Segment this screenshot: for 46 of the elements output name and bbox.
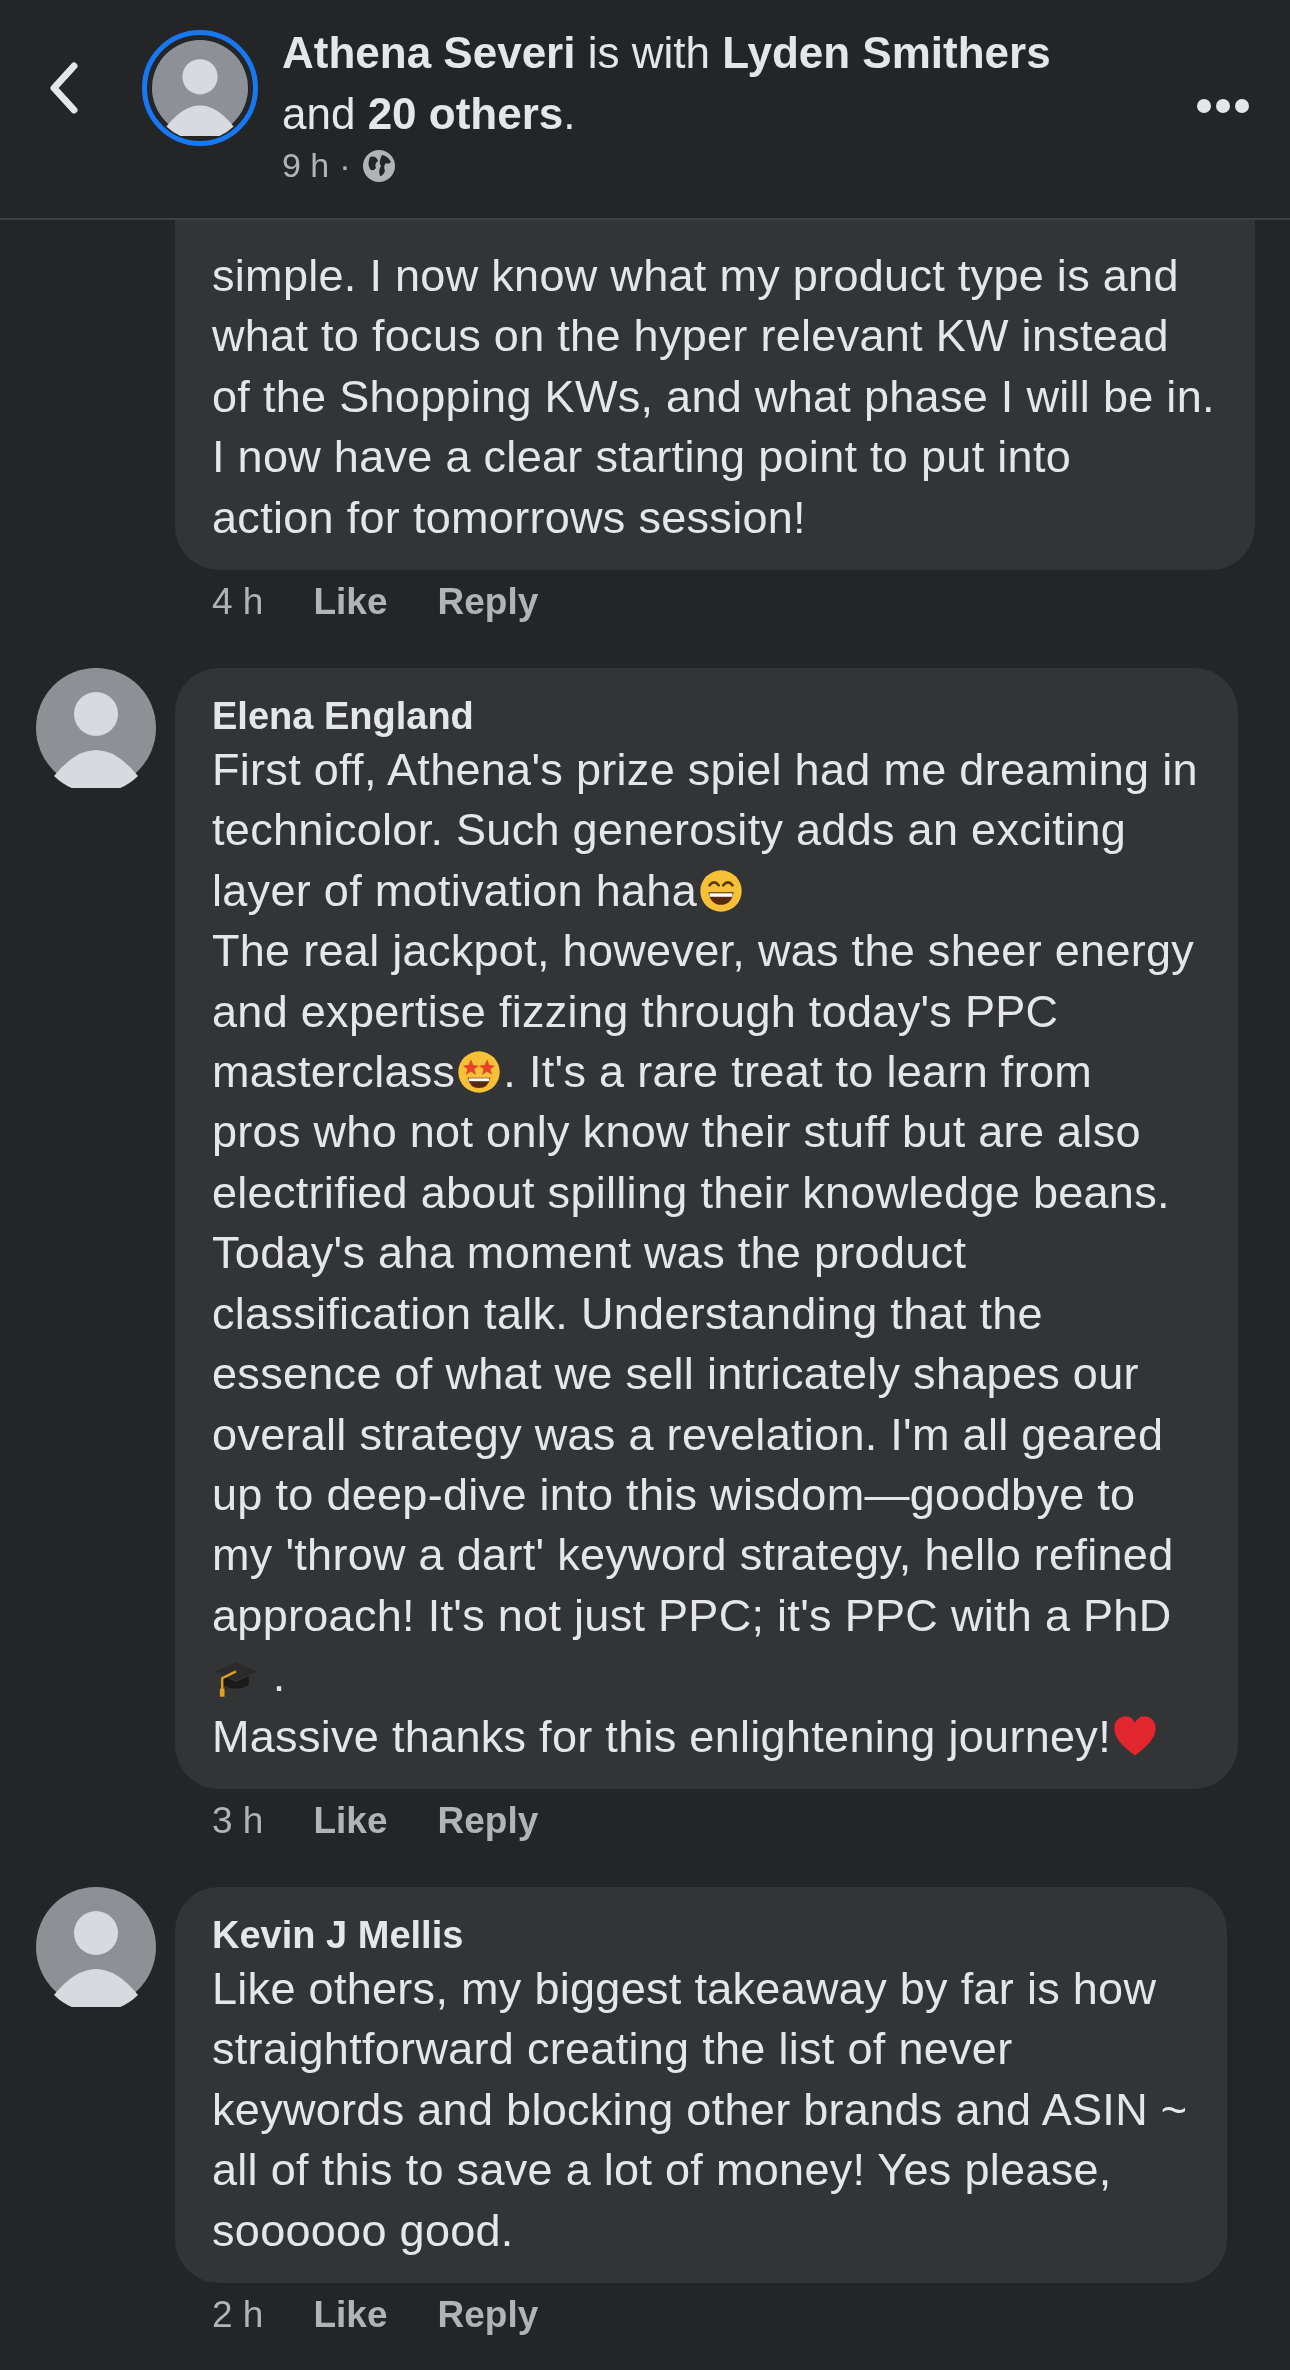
comment-text: overall strategy was a revelation. I'm all geared — [212, 1407, 1165, 1462]
comment-text: pros who not only know their stuff but are also — [212, 1105, 1142, 1160]
comment-text: First off, Athena's prize spiel had me dreaming in — [212, 743, 1198, 798]
like-link[interactable]: Like — [313, 2290, 388, 2339]
comment-text: straightforward creating the list of never — [212, 2022, 1014, 2077]
comment-text: Like others, my biggest takeaway by far is how — [212, 1961, 1158, 2016]
comment-text: I now have a clear starting point to put into — [212, 430, 1072, 485]
comment-author[interactable]: Kevin J Mellis — [212, 1910, 1188, 1959]
profile-avatar[interactable] — [142, 30, 258, 146]
comment-time: 2 h — [212, 2292, 264, 2337]
reply-link[interactable]: Reply — [437, 578, 539, 627]
comment-text: technicolor. Such generosity adds an exciting — [212, 803, 1128, 858]
comment-text: of the Shopping KWs, and what phase I will be in. — [212, 369, 1215, 424]
comment-text: my 'throw a dart' keyword strategy, hello refined — [212, 1528, 1175, 1583]
comment-text: electrified about spilling their knowledge beans. — [212, 1165, 1171, 1220]
comment-text: masterclass . It's a rare treat to learn from — [212, 1045, 1094, 1100]
like-link[interactable]: Like — [313, 578, 388, 627]
comment-text: layer of motivation haha — [212, 860, 1198, 922]
comment-text: up to deep-dive into this wisdom—goodbye to — [212, 1467, 1137, 1522]
comment-time: 3 h — [212, 1798, 264, 1843]
more-options-icon[interactable] — [1196, 98, 1250, 114]
comment-text: Massive thanks for this enlightening journey! — [212, 1706, 1198, 1767]
grinning-face-icon — [698, 867, 744, 914]
comment-text: The real jackpot, however, was the sheer energy — [212, 924, 1196, 979]
separator-dot: · — [339, 146, 351, 185]
reply-link[interactable]: Reply — [437, 1796, 539, 1845]
comment-text: Today's aha moment was the product — [212, 1226, 968, 1281]
comment-text: approach! It's not just PPC; it's PPC with a PhD — [212, 1588, 1173, 1643]
comment-text: soooooo good. — [212, 2203, 515, 2258]
like-link[interactable]: Like — [313, 1796, 388, 1845]
comment-time: 4 h — [212, 580, 264, 625]
comment-text: what to focus on the hyper relevant KW instead — [212, 309, 1170, 364]
comment-text: classification talk. Understanding that the — [212, 1286, 1044, 1341]
comment-text: action for tomorrows session! — [212, 490, 807, 545]
post-time: 9 h — [282, 146, 330, 185]
globe-icon — [360, 147, 397, 184]
comment-text: all of this to save a lot of money! Yes please, — [212, 2143, 1113, 2198]
post-title: Athena Severi is with Lyden Smithers and 20 others. — [282, 27, 1052, 140]
comment-text: essence of what we sell intricately shapes our — [212, 1347, 1140, 1402]
comment-text: keywords and blocking other brands and ASIN ~ — [212, 2082, 1188, 2137]
reply-link[interactable]: Reply — [437, 2290, 539, 2339]
star-eyes-face-icon — [456, 1049, 503, 1096]
comment-text: simple. I now know what my product type is and — [212, 249, 1180, 303]
comment-text: and expertise fizzing through today's PPC — [212, 984, 1060, 1039]
comment-text: . — [212, 1646, 1198, 1707]
comment-author[interactable]: Elena England — [212, 692, 1198, 741]
